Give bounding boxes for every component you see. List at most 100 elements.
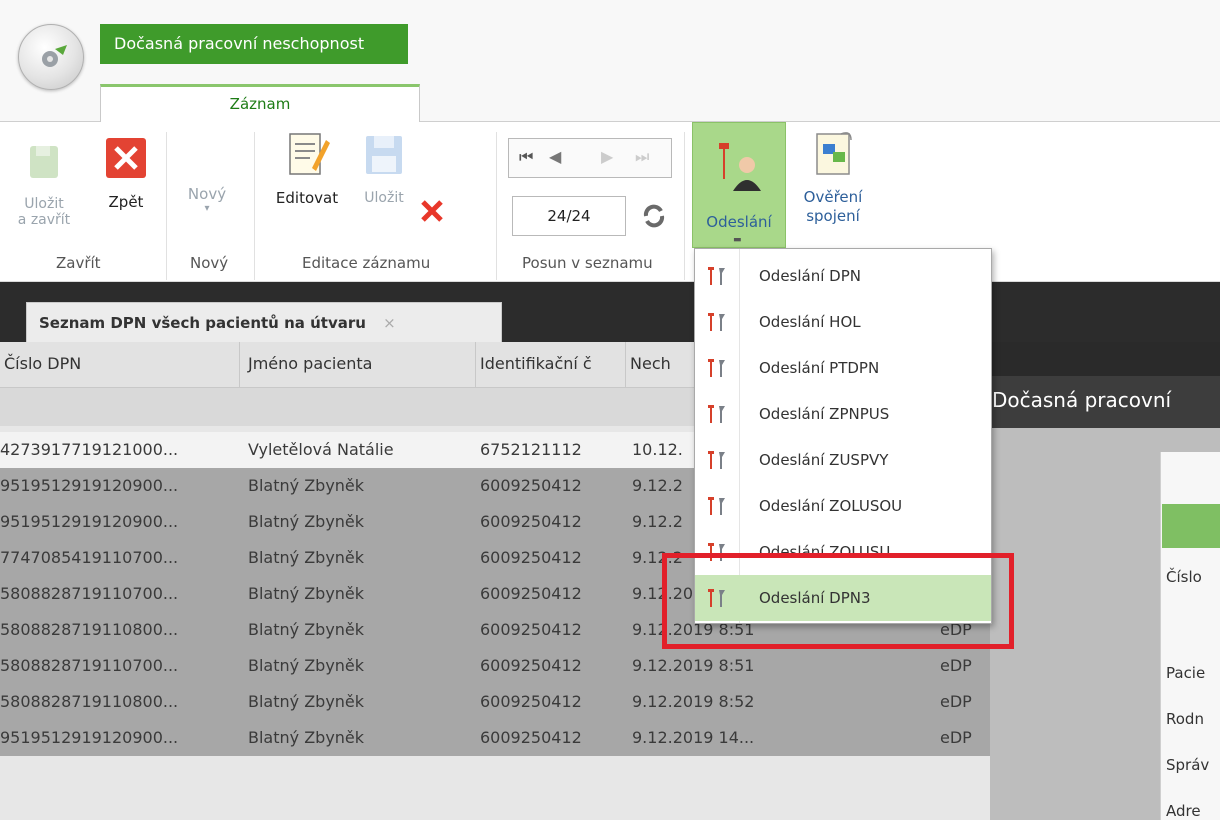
tab-patient-list[interactable]: Seznam DPN všech pacientů na útvaru × xyxy=(26,302,502,342)
cell-jmeno: Blatný Zbyněk xyxy=(248,692,365,711)
record-counter: 24/24 xyxy=(512,196,626,236)
cell-id: 6009250412 xyxy=(480,512,582,531)
cell-jmeno: Blatný Zbyněk xyxy=(248,548,365,567)
cell-jmeno: Blatný Zbyněk xyxy=(248,584,365,603)
cell-date: 9.12.2019 8:52 xyxy=(632,692,755,711)
cell-id: 6009250412 xyxy=(480,620,582,639)
detail-form-header xyxy=(1162,504,1220,548)
save-close-icon xyxy=(30,146,58,178)
send-tool-icon xyxy=(708,451,725,469)
send-tool-icon xyxy=(708,313,725,331)
group-label-new: Nový xyxy=(190,254,229,272)
group-separator xyxy=(254,132,255,280)
delete-button[interactable] xyxy=(414,196,450,230)
detail-label-spravce: Správ xyxy=(1166,756,1210,774)
new-button[interactable]: Nový ▾ xyxy=(182,136,232,215)
send-button[interactable]: Odeslání ▬ xyxy=(692,122,786,248)
cell-id: 6752121112 xyxy=(480,440,582,459)
detail-label-pacient: Pacie xyxy=(1166,664,1206,682)
cell-id: 6009250412 xyxy=(480,548,582,567)
close-icon[interactable]: × xyxy=(383,314,396,332)
last-record-icon[interactable]: ⏭ xyxy=(635,147,649,167)
cell-cislo: 5808828719110800... xyxy=(0,620,179,639)
save-and-close-button[interactable]: Uložit a zavřít xyxy=(14,140,74,228)
menu-item-odeslani-dpn[interactable]: Odeslání DPN xyxy=(695,253,991,299)
cell-cislo: 9519512919120900... xyxy=(0,476,179,495)
send-tool-icon xyxy=(708,267,725,285)
edit-button[interactable]: Editovat xyxy=(264,130,350,207)
cell-cislo: 4273917719121000... xyxy=(0,440,179,459)
save-button[interactable]: Uložit xyxy=(356,130,412,207)
tab-patient-list-label: Seznam DPN všech pacientů na útvaru xyxy=(39,314,366,332)
column-header-cislo[interactable]: Číslo DPN xyxy=(0,342,240,388)
send-tool-icon xyxy=(708,405,725,423)
back-label: Zpět xyxy=(108,193,144,211)
context-tab-label: Dočasná pracovní neschopnost xyxy=(100,24,408,64)
menu-item-label: Odeslání PTDPN xyxy=(759,359,880,377)
refresh-icon[interactable] xyxy=(639,202,669,230)
first-record-icon[interactable]: ⏮ xyxy=(519,147,533,167)
cell-jmeno: Blatný Zbyněk xyxy=(248,512,365,531)
close-red-icon xyxy=(106,138,146,178)
menu-item-label: Odeslání DPN xyxy=(759,267,861,285)
detail-panel-title: Dočasná pracovní xyxy=(990,376,1220,428)
cell-date: 9.12.2019 14... xyxy=(632,728,755,747)
verify-connection-button[interactable]: Ověření spojení xyxy=(792,128,874,226)
menu-item-odeslani-ptdpn[interactable]: Odeslání PTDPN xyxy=(695,345,991,391)
new-document-icon xyxy=(187,136,227,180)
send-dropdown-caret-icon: ▬ xyxy=(733,235,742,245)
cell-id: 6009250412 xyxy=(480,584,582,603)
column-header-identifikacni[interactable]: Identifikační č xyxy=(476,342,626,388)
column-header-jmeno[interactable]: Jméno pacienta xyxy=(240,342,476,388)
cell-jmeno: Blatný Zbyněk xyxy=(248,728,365,747)
group-separator xyxy=(496,132,497,280)
send-label: Odeslání xyxy=(706,213,772,231)
detail-label-rodne: Rodn xyxy=(1166,710,1204,728)
menu-item-odeslani-zuspvy[interactable]: Odeslání ZUSPVY xyxy=(695,437,991,483)
cell-jmeno: Blatný Zbyněk xyxy=(248,620,365,639)
tab-zaznam[interactable]: Záznam xyxy=(100,84,420,122)
table-row[interactable]: 5808828719110800... Blatný Zbyněk 600925… xyxy=(0,684,990,720)
detail-label-cislo: Číslo xyxy=(1166,568,1202,586)
cell-cislo: 9519512919120900... xyxy=(0,512,179,531)
group-separator xyxy=(684,132,685,280)
menu-item-odeslani-zpnpus[interactable]: Odeslání ZPNPUS xyxy=(695,391,991,437)
cell-jmeno: Vyletělová Natálie xyxy=(248,440,394,459)
detail-panel-header xyxy=(990,342,1220,376)
cell-type: eDP xyxy=(940,656,972,675)
cell-jmeno: Blatný Zbyněk xyxy=(248,476,365,495)
delete-icon xyxy=(421,200,443,222)
application-menu-button[interactable] xyxy=(18,24,84,90)
new-label: Nový xyxy=(187,185,227,203)
detail-label-adresa: Adre xyxy=(1166,802,1201,820)
menu-item-label: Odeslání ZOLUSOU xyxy=(759,497,903,515)
save-label: Uložit xyxy=(364,190,404,206)
send-person-icon xyxy=(719,143,761,191)
menu-item-label: Odeslání ZUSPVY xyxy=(759,451,889,469)
cell-cislo: 9519512919120900... xyxy=(0,728,179,747)
group-separator xyxy=(166,132,167,280)
back-button[interactable]: Zpět xyxy=(98,136,154,211)
cell-id: 6009250412 xyxy=(480,656,582,675)
cell-jmeno: Blatný Zbyněk xyxy=(248,656,365,675)
cell-id: 6009250412 xyxy=(480,476,582,495)
annotation-highlight-box xyxy=(662,553,1014,649)
table-row[interactable]: 9519512919120900... Blatný Zbyněk 600925… xyxy=(0,720,990,756)
cell-id: 6009250412 xyxy=(480,692,582,711)
send-tool-icon xyxy=(708,359,725,377)
group-label-navigate: Posun v seznamu xyxy=(522,254,653,272)
record-navigation-bar: ⏮ ◀ ▶ ⏭ xyxy=(508,138,672,178)
ribbon-tab-bar: Dočasná pracovní neschopnost Záznam xyxy=(0,0,1220,122)
menu-item-odeslani-hol[interactable]: Odeslání HOL xyxy=(695,299,991,345)
menu-item-odeslani-zolusou[interactable]: Odeslání ZOLUSOU xyxy=(695,483,991,529)
cell-cislo: 5808828719110700... xyxy=(0,656,179,675)
edit-document-icon xyxy=(289,133,330,175)
previous-record-icon[interactable]: ◀ xyxy=(549,147,561,166)
cell-type: eDP xyxy=(940,728,972,747)
cell-cislo: 5808828719110800... xyxy=(0,692,179,711)
group-label-close: Zavřít xyxy=(56,254,101,272)
menu-item-label: Odeslání HOL xyxy=(759,313,861,331)
next-record-icon[interactable]: ▶ xyxy=(601,147,613,166)
save-close-label: Uložit a zavřít xyxy=(17,196,71,228)
table-row[interactable]: 5808828719110700... Blatný Zbyněk 600925… xyxy=(0,648,990,684)
